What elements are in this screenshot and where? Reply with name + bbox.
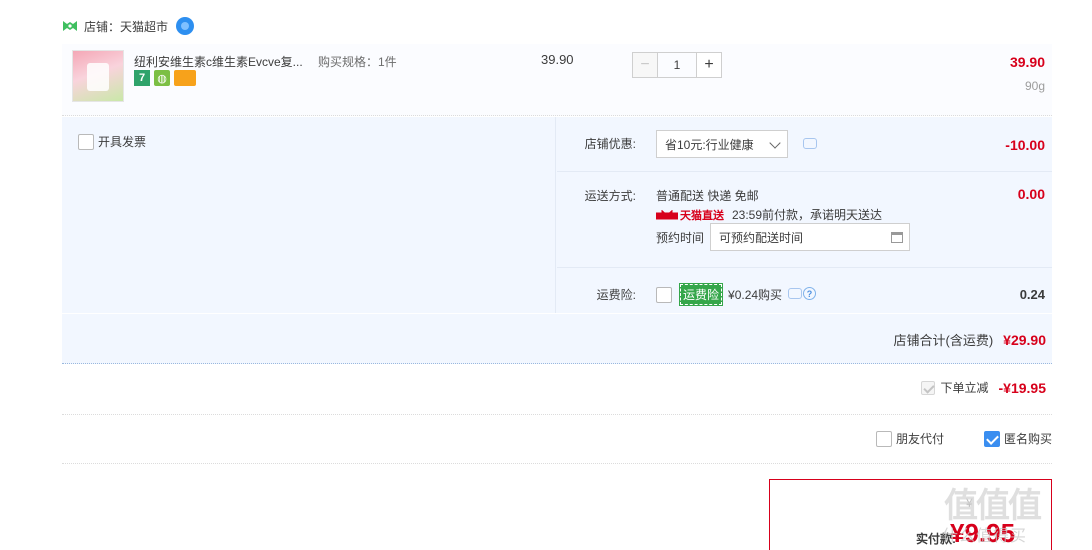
watermark-logo: 值值值 [944,487,1042,525]
cart-item-row: 纽利安维生素c维生素Evcve复... 购买规格：1件 7 ◍ 39.90 − … [62,44,1052,116]
item-total-price: 39.90 [1009,54,1045,70]
shop-subtotal-label: 店铺合计(含运费) [893,333,994,348]
quantity-increase-button[interactable]: + [696,52,722,78]
anonymous-checkbox[interactable] [983,430,1000,447]
service-badges: 7 ◍ [134,70,196,86]
divider [557,267,1052,268]
quantity-input[interactable]: 1 [658,52,696,78]
tmall-cat-icon [656,209,678,220]
instant-discount-value: -¥19.95 [998,379,1046,396]
friend-pay-checkbox[interactable] [875,430,892,447]
invoice-option[interactable]: 开具发票 [78,133,146,150]
delivery-time-placeholder: 可预约配送时间 [719,230,804,245]
invoice-panel: 开具发票 [62,117,556,313]
quantity-stepper: − 1 + [632,52,722,78]
anonymous-label[interactable]: 匿名购买 [1004,430,1052,447]
invoice-label: 开具发票 [98,135,147,149]
friend-pay-label[interactable]: 朋友代付 [896,430,944,447]
insurance-option: 运费险 ¥0.24购买 [656,283,783,306]
instant-discount-label: 下单立减 [940,381,989,395]
comment-icon[interactable] [788,288,802,299]
instant-discount-checkbox [920,380,935,395]
discount-selected-value: 省10元:行业健康 [665,137,754,152]
shop-subtotal-value: ¥29.90 [1003,332,1046,348]
shop-subtotal-row: 店铺合计(含运费) ¥29.90 [62,314,1052,364]
shop-header: 店铺：天猫超市 [62,14,195,38]
delivery-time-input[interactable]: 可预约配送时间 [710,223,910,251]
chevron-down-icon [769,137,781,149]
help-icon[interactable]: ? [803,287,816,300]
invoice-checkbox[interactable] [78,133,94,150]
instant-discount: 下单立减 -¥19.95 [920,379,1046,396]
wangwang-chat-icon[interactable] [176,17,195,35]
unit-price: 39.90 [541,52,574,67]
discount-amount: -10.00 [1005,137,1045,153]
shipping-promise: 天猫直送 23:59前付款，承诺明天送达 [656,206,882,223]
insurance-label: 运费险: [596,288,636,302]
watermark-text: 什么值得买 [942,528,1028,545]
tmall-shop-icon [63,21,77,31]
insurance-checkbox[interactable] [656,286,672,303]
purchase-options: 朋友代付 匿名购买 [875,430,1052,447]
discount-select[interactable]: 省10元:行业健康 [656,130,788,158]
tmall-express-logo: 天猫直送 [656,207,724,223]
comment-icon[interactable] [803,138,817,149]
insurance-price-text: ¥0.24购买 [728,288,783,302]
shipping-method: 普通配送 快递 免邮 [656,189,759,203]
insurance-amount: 0.24 [1019,287,1045,302]
shop-name[interactable]: 店铺：天猫超市 [84,18,168,35]
product-spec: 购买规格：1件 [318,55,397,69]
order-options-panel: 开具发票 店铺优惠: 省10元:行业健康 -10.00 运送方式: 普通配送 快… [62,117,1052,313]
insurance-tag: 运费险 [678,283,724,306]
shop-subtotal: 店铺合计(含运费) ¥29.90 [894,330,1047,349]
product-title[interactable]: 纽利安维生素c维生素Evcve复... [134,53,312,70]
purchase-options-row: 朋友代付 匿名购买 [62,416,1052,464]
seven-day-return-icon[interactable]: 7 [134,70,150,86]
item-weight: 90g [1024,79,1045,93]
shipping-label: 运送方式: [584,189,636,203]
schedule-label: 预约时间 [656,231,705,245]
credit-card-icon[interactable] [174,70,196,86]
calendar-icon[interactable] [891,232,903,243]
delivery-promise-text: 23:59前付款，承诺明天送达 [732,208,883,222]
guarantee-icon[interactable]: ◍ [154,70,170,86]
shipping-amount: 0.00 [1017,186,1045,202]
quantity-decrease-button[interactable]: − [632,52,658,78]
product-thumbnail[interactable] [72,50,124,102]
instant-discount-row: 下单立减 -¥19.95 [62,365,1052,415]
discount-label: 店铺优惠: [584,137,636,151]
divider [557,171,1052,172]
